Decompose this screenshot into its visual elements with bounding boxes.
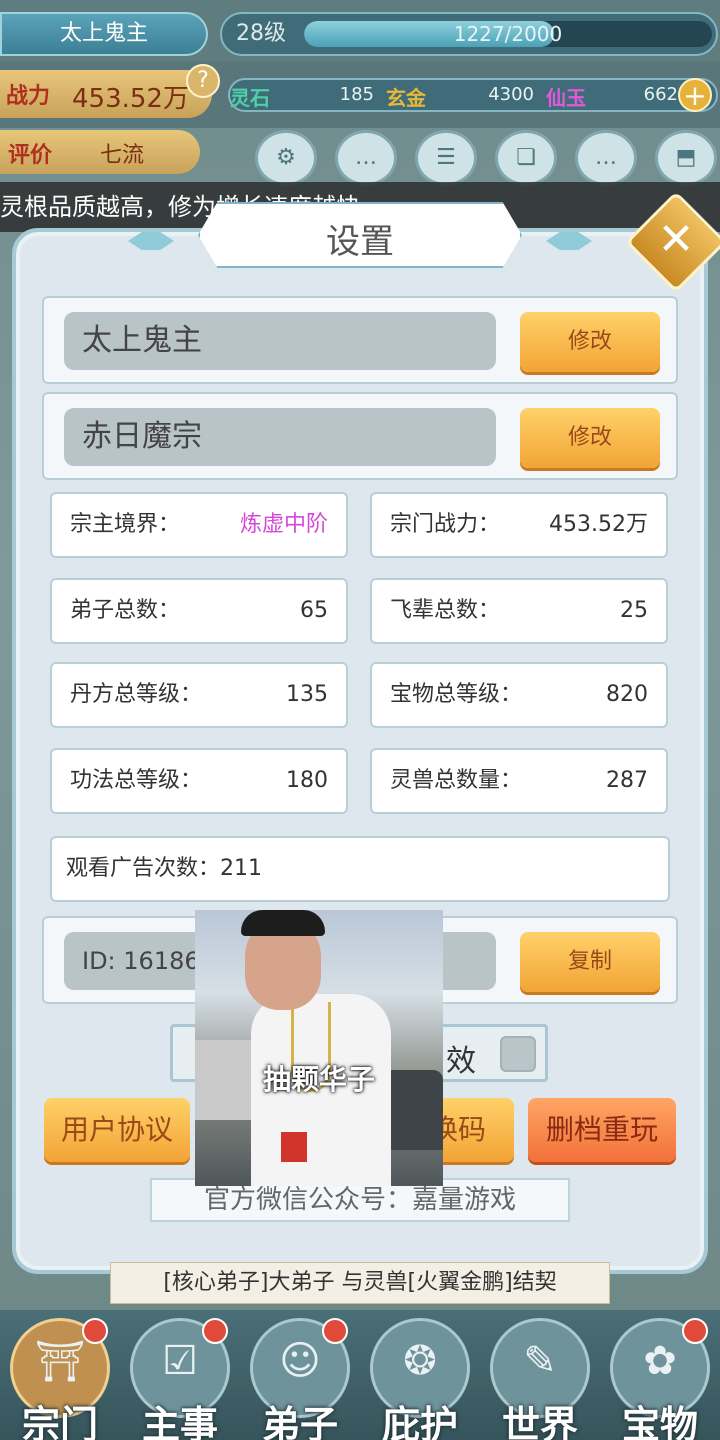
- nav-sect[interactable]: ⛩ 宗门: [4, 1318, 116, 1440]
- dark-gold-value: 4300: [488, 84, 534, 105]
- sound-effect-checkbox[interactable]: [500, 1036, 536, 1072]
- video-overlay[interactable]: 抽颗华子: [195, 910, 443, 1186]
- nav-label: 主事: [141, 1403, 218, 1440]
- stat-value: 820: [606, 682, 648, 707]
- spirit-stone-value: 185: [339, 84, 374, 105]
- stat-realm: 宗主境界： 炼虚中阶: [50, 492, 348, 558]
- disciple-icon: ☺: [279, 1338, 321, 1384]
- stat-value: 65: [300, 598, 328, 623]
- nav-label: 宝物: [621, 1403, 698, 1440]
- nav-label: 世界: [501, 1403, 578, 1440]
- settings-gear-icon[interactable]: ⚙: [255, 130, 317, 186]
- stat-value: 25: [620, 598, 648, 623]
- dark-gold-label: 玄金: [386, 86, 426, 110]
- stat-label: 飞辈总数：: [390, 598, 501, 623]
- stat-technique-level: 功法总等级： 180: [50, 748, 348, 814]
- top-menu: ⚙ … ☰ ❏ … ⬒: [255, 130, 720, 190]
- rating: 评价 七流: [0, 130, 200, 174]
- modify-name-button[interactable]: 修改: [520, 312, 660, 372]
- stat-value: 135: [286, 682, 328, 707]
- stat-label: 宗主境界：: [70, 512, 181, 537]
- event-log: [核心弟子]大弟子 与灵兽[火翼金鹏]结契: [110, 1262, 610, 1304]
- xp-text: 1227/2000: [453, 22, 563, 46]
- add-currency-icon[interactable]: +: [678, 78, 712, 112]
- stat-label: 宝物总等级：: [390, 682, 523, 707]
- nav-label: 弟子: [261, 1403, 338, 1440]
- nav-label: 庇护: [381, 1403, 458, 1440]
- stat-label: 丹方总等级：: [70, 682, 203, 707]
- notification-dot: [322, 1318, 348, 1344]
- stat-label: 弟子总数：: [70, 598, 181, 623]
- power-label: 战力: [6, 84, 51, 109]
- resource-bar: 灵石 185 玄金 4300 仙玉 662: [228, 78, 718, 112]
- spirit-stone-label: 灵石: [230, 86, 270, 110]
- sect-name-row: 赤日魔宗 修改: [42, 392, 678, 480]
- stat-recipe-level: 丹方总等级： 135: [50, 662, 348, 728]
- stat-disciples: 弟子总数： 65: [50, 578, 348, 644]
- copy-button[interactable]: 复制: [520, 932, 660, 992]
- stat-value: 453.52万: [549, 512, 648, 537]
- help-icon[interactable]: ?: [186, 64, 220, 98]
- dialog-title: 设置: [326, 222, 394, 262]
- video-cigarette-pack: [281, 1132, 307, 1162]
- stat-label: 功法总等级：: [70, 768, 203, 793]
- video-person-hair: [241, 910, 325, 936]
- bottom-nav: ⛩ 宗门 ☑ 主事 ☺ 弟子 ❂ 庇护 ✎ 世界 ✿ 宝物: [0, 1310, 720, 1440]
- notification-dot: [682, 1318, 708, 1344]
- reward-book-icon[interactable]: ❏: [495, 130, 557, 186]
- sect-name-field[interactable]: 赤日魔宗: [64, 408, 496, 466]
- player-name-field[interactable]: 太上鬼主: [64, 312, 496, 370]
- jade-label: 仙玉: [546, 86, 586, 110]
- checklist-icon: ☑: [162, 1338, 198, 1384]
- ad-count: 观看广告次数：211: [50, 836, 670, 902]
- level-bar: 28级 1227/2000: [220, 12, 718, 56]
- notification-dot: [202, 1318, 228, 1344]
- goal-bag-icon[interactable]: ⬒: [655, 130, 717, 186]
- stat-elders: 飞辈总数： 25: [370, 578, 668, 644]
- stat-label: 宗门战力：: [390, 512, 501, 537]
- nav-world[interactable]: ✎ 世界: [484, 1318, 596, 1440]
- beast-icon: ❂: [403, 1338, 437, 1384]
- stat-value: 287: [606, 768, 648, 793]
- rating-label: 评价: [8, 143, 53, 168]
- stat-label: 灵兽总数量：: [390, 768, 523, 793]
- notification-dot: [82, 1318, 108, 1344]
- modify-sect-button[interactable]: 修改: [520, 408, 660, 468]
- nav-label: 宗门: [21, 1403, 98, 1440]
- stat-sect-power: 宗门战力： 453.52万: [370, 492, 668, 558]
- level-label: 28级: [236, 21, 286, 46]
- jade-value: 662: [643, 84, 678, 105]
- player-name[interactable]: 太上鬼主: [0, 12, 208, 56]
- player-name-row: 太上鬼主 修改: [42, 296, 678, 384]
- xp-track: 1227/2000: [304, 21, 712, 47]
- stat-treasure-level: 宝物总等级： 820: [370, 662, 668, 728]
- welfare-document-icon[interactable]: ☰: [415, 130, 477, 186]
- power-value: 453.52万: [72, 84, 189, 114]
- close-icon[interactable]: ✕: [652, 216, 700, 264]
- sect-icon: ⛩: [34, 1339, 86, 1385]
- stat-value: 180: [286, 768, 328, 793]
- idle-message-icon[interactable]: …: [575, 130, 637, 186]
- delete-save-button[interactable]: 删档重玩: [528, 1098, 676, 1162]
- stat-value: 炼虚中阶: [239, 512, 328, 537]
- video-caption: 抽颗华子: [262, 1063, 375, 1096]
- nav-affairs[interactable]: ☑ 主事: [124, 1318, 236, 1440]
- nav-treasure[interactable]: ✿ 宝物: [604, 1318, 716, 1440]
- rating-value: 七流: [100, 143, 145, 168]
- user-agreement-button[interactable]: 用户协议: [44, 1098, 190, 1162]
- combat-power: 战力 453.52万: [0, 70, 212, 118]
- treasure-bag-icon: ✿: [643, 1338, 677, 1384]
- stat-beast-count: 灵兽总数量： 287: [370, 748, 668, 814]
- mail-chat-icon[interactable]: …: [335, 130, 397, 186]
- scroll-icon: ✎: [523, 1338, 557, 1384]
- nav-disciples[interactable]: ☺ 弟子: [244, 1318, 356, 1440]
- sound-effect-label: 效: [446, 1044, 476, 1079]
- nav-shelter[interactable]: ❂ 庇护: [364, 1318, 476, 1440]
